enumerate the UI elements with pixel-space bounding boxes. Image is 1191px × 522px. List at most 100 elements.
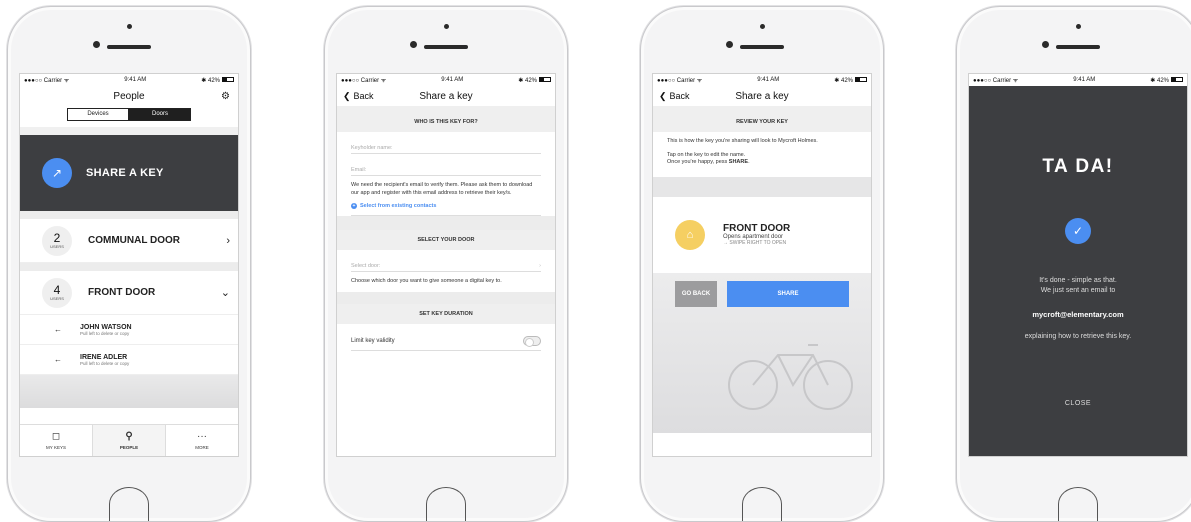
status-bar: ●●●○○ Carrier ᯤ 9:41 AM ✱ 42%	[969, 74, 1187, 86]
select-contacts-link[interactable]: + Select from existing contacts	[351, 203, 541, 216]
sensor-dot	[127, 24, 132, 29]
page-title: Share a key	[735, 90, 789, 102]
battery-label: ✱ 42%	[201, 77, 220, 84]
front-camera	[93, 41, 100, 48]
time-label: 9:41 AM	[1073, 77, 1096, 83]
tip-suffix: .	[748, 159, 750, 165]
background-image: GO BACK SHARE	[653, 272, 871, 433]
person-info: JOHN WATSON Pull left to delete or copy	[80, 324, 132, 336]
keyholder-name-input[interactable]: Keyholder name:	[351, 138, 541, 154]
success-line-1: It's done - simple as that.	[1039, 277, 1117, 284]
success-panel: TA DA! ✓ It's done - simple as that. We …	[969, 86, 1187, 456]
users-badge: 4 USERS	[42, 277, 72, 308]
home-button[interactable]	[1058, 487, 1098, 521]
review-intro: This is how the key you're sharing will …	[667, 138, 818, 144]
time-label: 9:41 AM	[124, 77, 147, 83]
person-name: JOHN WATSON	[80, 323, 132, 331]
divider	[20, 211, 238, 219]
nav-bar: ❮ Back Share a key	[337, 86, 555, 106]
success-message: It's done - simple as that. We just sent…	[969, 276, 1187, 296]
section-header: SET KEY DURATION	[337, 303, 555, 324]
share-a-key-label: SHARE A KEY	[86, 167, 164, 179]
tab-my-keys[interactable]: ◻ MY KEYS	[20, 425, 92, 456]
tab-people[interactable]: ⚲ PEOPLE	[92, 425, 166, 456]
door-row-front[interactable]: 4 USERS FRONT DOOR ⌄	[20, 271, 238, 315]
home-button[interactable]	[109, 487, 149, 521]
success-title: TA DA!	[1042, 156, 1114, 177]
tab-label: PEOPLE	[119, 444, 139, 450]
background-image	[20, 375, 238, 408]
segmented-control: Devices Doors	[20, 108, 238, 121]
tip-text: Once you're happy, pess	[667, 159, 729, 165]
door-note: Choose which door you want to give someo…	[351, 278, 502, 284]
battery-icon	[539, 77, 551, 83]
battery-icon	[855, 77, 867, 83]
status-bar: ●●●○○ Carrier ᯤ 9:41 AM ✱ 42%	[20, 74, 238, 86]
success-line-2: We just sent an email to	[1040, 287, 1116, 294]
arrow-left-icon: ←	[54, 355, 62, 364]
share-a-key-button[interactable]: ↗ SHARE A KEY	[20, 135, 238, 211]
battery-icon	[222, 77, 234, 83]
earpiece-speaker	[740, 45, 784, 49]
tab-label: MORE	[195, 444, 209, 450]
segment-devices[interactable]: Devices	[67, 108, 129, 121]
share-key-form-screen: ●●●○○ Carrier ᯤ 9:41 AM ✱ 42% ❮ Back Shar…	[336, 73, 556, 457]
carrier-label: ●●●○○ Carrier ᯤ	[973, 78, 1019, 84]
select-door-dropdown[interactable]: Select door: ›	[351, 256, 541, 272]
phone-frame-2: ●●●○○ Carrier ᯤ 9:41 AM ✱ 42% ❮ Back Shar…	[324, 6, 568, 522]
gear-icon[interactable]: ⚙	[221, 91, 230, 102]
person-hint: Pull left to delete or copy	[80, 360, 130, 366]
segment-doors[interactable]: Doors	[129, 108, 191, 121]
action-buttons: GO BACK SHARE	[653, 273, 871, 315]
go-back-button[interactable]: GO BACK	[675, 280, 717, 307]
page-title: Share a key	[419, 90, 473, 102]
person-name: IRENE ADLER	[80, 353, 128, 361]
arrow-left-icon: ←	[54, 325, 62, 334]
earpiece-speaker	[424, 45, 468, 49]
tab-more[interactable]: ··· MORE	[166, 425, 238, 456]
person-row-irene[interactable]: ← IRENE ADLER Pull left to delete or cop…	[20, 345, 238, 375]
key-card[interactable]: ⌂ FRONT DOOR Opens apartment door → SWIP…	[653, 196, 871, 273]
checkmark-icon: ✓	[1065, 218, 1091, 244]
sensor-dot	[1076, 24, 1081, 29]
phone-frame-1: ●●●○○ Carrier ᯤ 9:41 AM ✱ 42% People ⚙ D…	[7, 6, 251, 522]
close-button[interactable]: CLOSE	[969, 400, 1187, 407]
carrier-label: ●●●○○ Carrier ᯤ	[341, 78, 387, 84]
success-screen: ●●●○○ Carrier ᯤ 9:41 AM ✱ 42% TA DA! ✓ I…	[968, 73, 1188, 457]
section-header: REVIEW YOUR KEY	[653, 112, 871, 132]
battery-indicator: ✱ 42%	[518, 77, 551, 84]
battery-indicator: ✱ 42%	[1150, 77, 1183, 84]
email-input[interactable]: Email:	[351, 160, 541, 176]
carrier-label: ●●●○○ Carrier ᯤ	[657, 78, 703, 84]
chevron-down-icon: ⌄	[220, 287, 230, 299]
door-name: FRONT DOOR	[88, 287, 156, 298]
carrier-label: ●●●○○ Carrier ᯤ	[24, 78, 70, 84]
home-icon: ⌂	[675, 219, 705, 250]
share-button[interactable]: SHARE	[727, 280, 849, 307]
home-button[interactable]	[742, 487, 782, 521]
door-row-communal[interactable]: 2 USERS COMMUNAL DOOR ›	[20, 219, 238, 263]
swipe-hint: → SWIPE RIGHT TO OPEN	[723, 240, 787, 246]
select-door-placeholder: Select door:	[351, 263, 381, 269]
person-row-john[interactable]: ← JOHN WATSON Pull left to delete or cop…	[20, 315, 238, 345]
battery-icon	[1171, 77, 1183, 83]
review-tip-2: Once you're happy, pess SHARE.	[667, 159, 857, 167]
battery-label: ✱ 42%	[834, 77, 853, 84]
users-unit: USERS	[50, 296, 64, 301]
home-button[interactable]	[426, 487, 466, 521]
background-strip	[653, 176, 871, 197]
person-info: IRENE ADLER Pull left to delete or copy	[80, 354, 129, 366]
status-bar: ●●●○○ Carrier ᯤ 9:41 AM ✱ 42%	[653, 74, 871, 86]
nav-bar: People ⚙	[20, 86, 238, 106]
users-unit: USERS	[50, 244, 64, 249]
people-screen: ●●●○○ Carrier ᯤ 9:41 AM ✱ 42% People ⚙ D…	[19, 73, 239, 457]
time-label: 9:41 AM	[441, 77, 464, 83]
email-note: We need the recipient's email to verify …	[351, 182, 533, 196]
users-count: 2	[53, 231, 61, 245]
sensor-dot	[760, 24, 765, 29]
plus-icon: +	[351, 203, 357, 209]
chevron-right-icon: ›	[226, 234, 230, 247]
key-name: FRONT DOOR	[723, 223, 791, 234]
battery-indicator: ✱ 42%	[201, 77, 234, 84]
limit-validity-toggle[interactable]	[523, 335, 541, 347]
